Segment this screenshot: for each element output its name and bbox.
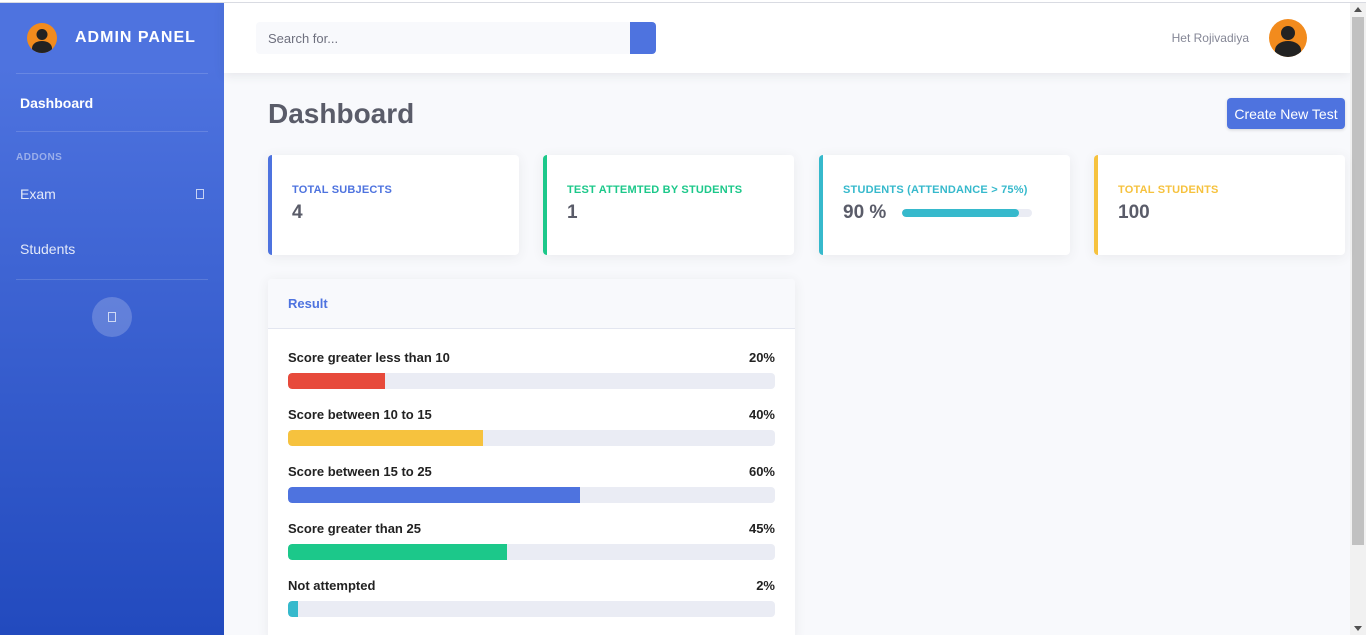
card-value: 4 bbox=[292, 202, 303, 223]
user-avatar-icon[interactable] bbox=[1269, 19, 1307, 57]
result-percent: 60% bbox=[748, 464, 775, 479]
card-label: TEST ATTEMTED BY STUDENTS bbox=[567, 184, 743, 196]
result-progress-bar bbox=[288, 373, 775, 389]
search-form bbox=[256, 22, 656, 54]
create-new-test-button[interactable]: Create New Test bbox=[1227, 98, 1345, 129]
collapse-chevron-icon bbox=[196, 189, 204, 199]
brand-avatar-icon bbox=[27, 23, 57, 53]
result-row: Score between 15 to 25 60% bbox=[288, 464, 775, 503]
result-progress-bar bbox=[288, 544, 775, 560]
sidebar-toggle-button[interactable] bbox=[92, 297, 132, 337]
result-progress-bar bbox=[288, 430, 775, 446]
sidebar-divider bbox=[16, 131, 208, 132]
result-row: Score between 10 to 15 40% bbox=[288, 407, 775, 446]
card-value: 100 bbox=[1118, 202, 1150, 223]
page-title: Dashboard bbox=[268, 98, 415, 129]
result-progress-fill bbox=[288, 373, 386, 389]
sidebar-divider bbox=[16, 279, 208, 280]
attendance-card: STUDENTS (ATTENDANCE > 75%) 90 % bbox=[819, 155, 1070, 255]
card-value: 90 % bbox=[843, 202, 887, 223]
sidebar-item-label: Students bbox=[20, 241, 76, 257]
scroll-down-icon[interactable] bbox=[1354, 626, 1362, 631]
search-input[interactable] bbox=[256, 22, 630, 54]
sidebar-item-students[interactable]: Students bbox=[0, 219, 224, 279]
result-label: Score greater than 25 bbox=[288, 521, 421, 536]
attendance-progress-bar bbox=[902, 209, 1033, 217]
page-scrollbar[interactable] bbox=[1350, 3, 1366, 635]
sidebar: ADMIN PANEL Dashboard ADDONS Exam Studen… bbox=[0, 3, 224, 635]
sidebar-brand[interactable]: ADMIN PANEL bbox=[0, 3, 224, 73]
result-percent: 20% bbox=[748, 350, 775, 365]
attendance-progress-fill bbox=[902, 209, 1020, 217]
result-label: Score between 10 to 15 bbox=[288, 407, 432, 422]
result-label: Score greater less than 10 bbox=[288, 350, 450, 365]
tests-attempted-card: TEST ATTEMTED BY STUDENTS 1 bbox=[543, 155, 794, 255]
result-progress-fill bbox=[288, 430, 483, 446]
topbar: Het Rojivadiya bbox=[224, 3, 1350, 73]
sidebar-item-exam[interactable]: Exam bbox=[0, 169, 224, 219]
result-title: Result bbox=[268, 279, 795, 329]
user-name[interactable]: Het Rojivadiya bbox=[1172, 31, 1249, 45]
scrollbar-thumb[interactable] bbox=[1352, 17, 1364, 545]
result-label: Score between 15 to 25 bbox=[288, 464, 432, 479]
result-progress-fill bbox=[288, 544, 508, 560]
scroll-up-icon[interactable] bbox=[1354, 7, 1362, 12]
brand-name: ADMIN PANEL bbox=[75, 29, 196, 46]
card-label: STUDENTS (ATTENDANCE > 75%) bbox=[843, 184, 1028, 196]
sidebar-item-dashboard[interactable]: Dashboard bbox=[0, 74, 224, 131]
result-row: Score greater less than 10 20% bbox=[288, 350, 775, 389]
card-value: 1 bbox=[567, 202, 578, 223]
result-card: Result Score greater less than 10 20% Sco… bbox=[268, 279, 795, 635]
result-row: Not attempted 2% bbox=[288, 578, 775, 617]
sidebar-heading: ADDONS bbox=[16, 152, 63, 163]
card-label: TOTAL SUBJECTS bbox=[292, 184, 392, 196]
result-percent: 40% bbox=[748, 407, 775, 422]
result-progress-bar bbox=[288, 601, 775, 617]
result-progress-bar bbox=[288, 487, 775, 503]
total-students-card: TOTAL STUDENTS 100 bbox=[1094, 155, 1345, 255]
sidebar-toggle-icon bbox=[108, 312, 116, 322]
result-percent: 2% bbox=[756, 578, 775, 593]
sidebar-item-label: Dashboard bbox=[20, 94, 94, 111]
card-label: TOTAL STUDENTS bbox=[1118, 184, 1219, 196]
result-label: Not attempted bbox=[288, 578, 376, 593]
result-row: Score greater than 25 45% bbox=[288, 521, 775, 560]
total-subjects-card: TOTAL SUBJECTS 4 bbox=[268, 155, 519, 255]
search-button[interactable] bbox=[630, 22, 656, 54]
result-percent: 45% bbox=[748, 521, 775, 536]
window-top-edge bbox=[0, 0, 1366, 3]
result-progress-fill bbox=[288, 487, 581, 503]
sidebar-item-label: Exam bbox=[20, 186, 56, 202]
result-progress-fill bbox=[288, 601, 298, 617]
